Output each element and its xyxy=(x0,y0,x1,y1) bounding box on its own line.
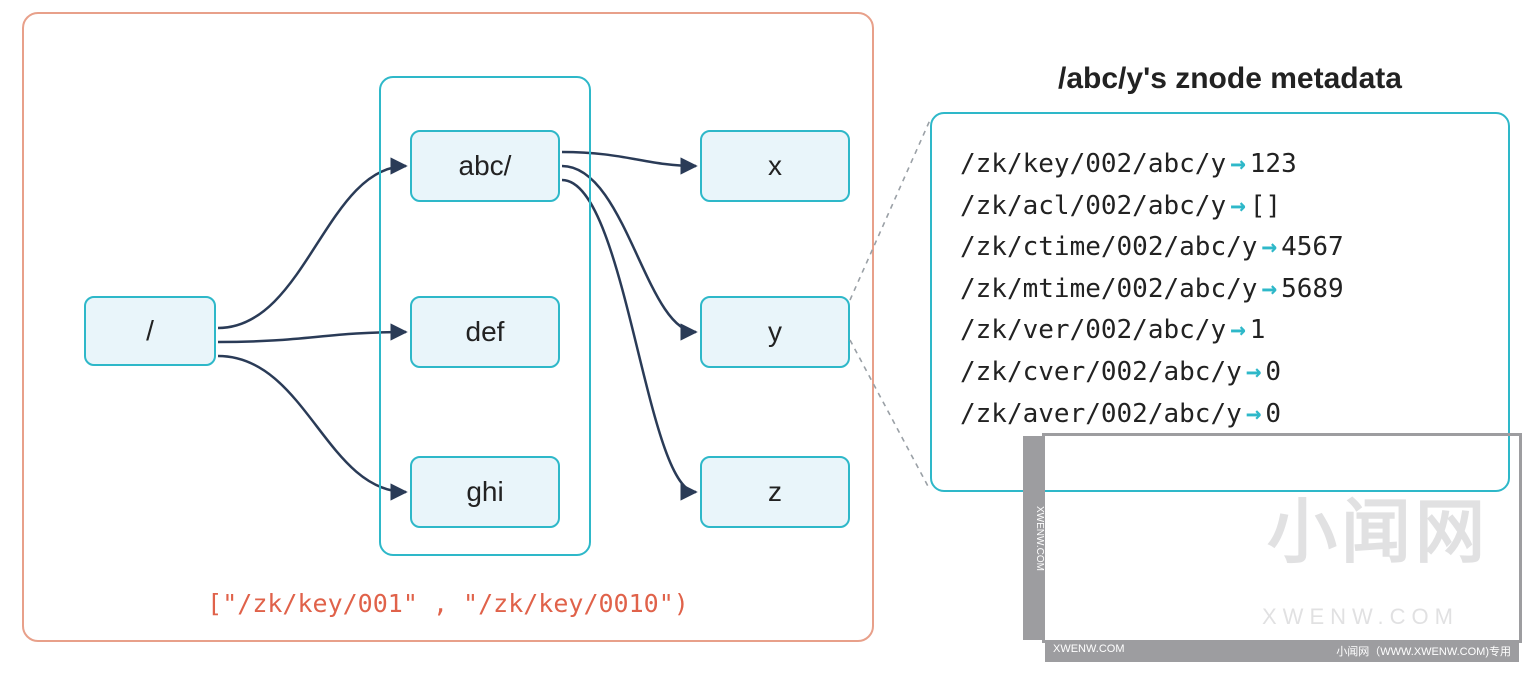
arrow-icon: → xyxy=(1230,315,1246,345)
node-y: y xyxy=(700,296,850,368)
meta-value: 123 xyxy=(1250,149,1297,179)
node-z: z xyxy=(700,456,850,528)
meta-line: /zk/key/002/abc/y→123 xyxy=(960,144,1480,186)
arrow-icon: → xyxy=(1246,399,1262,429)
watermark-overlay: XWENW.COM 小闻网 XWENW.COM XWENW.COM 小闻网（WW… xyxy=(1042,433,1522,643)
watermark-big-text: 小闻网 xyxy=(1267,476,1489,577)
watermark-bottom-bar: XWENW.COM 小闻网（WWW.XWENW.COM)专用 xyxy=(1045,640,1519,662)
meta-key: /zk/key/002/abc/y xyxy=(960,149,1226,179)
meta-value: 0 xyxy=(1265,399,1281,429)
watermark-bottom-left: XWENW.COM xyxy=(1053,643,1125,659)
meta-value: 5689 xyxy=(1281,274,1344,304)
meta-key: /zk/aver/002/abc/y xyxy=(960,399,1242,429)
meta-line: /zk/mtime/002/abc/y→5689 xyxy=(960,269,1480,311)
node-def: def xyxy=(410,296,560,368)
arrow-icon: → xyxy=(1261,232,1277,262)
meta-line: /zk/acl/002/abc/y→[] xyxy=(960,186,1480,228)
meta-value: 4567 xyxy=(1281,232,1344,262)
meta-key: /zk/cver/002/abc/y xyxy=(960,357,1242,387)
left-container: / abc/ def ghi x y z ["/zk/key/001" , "/… xyxy=(22,12,874,642)
meta-key: /zk/ver/002/abc/y xyxy=(960,315,1226,345)
meta-key: /zk/ctime/002/abc/y xyxy=(960,232,1257,262)
arrow-icon: → xyxy=(1261,274,1277,304)
meta-value: 1 xyxy=(1250,315,1266,345)
meta-value: 0 xyxy=(1265,357,1281,387)
arrow-icon: → xyxy=(1230,149,1246,179)
arrow-icon: → xyxy=(1230,191,1246,221)
watermark-sub-text: XWENW.COM xyxy=(1262,604,1459,630)
meta-line: /zk/aver/002/abc/y→0 xyxy=(960,394,1480,436)
node-ghi: ghi xyxy=(410,456,560,528)
arrow-icon: → xyxy=(1246,357,1262,387)
meta-line: /zk/ver/002/abc/y→1 xyxy=(960,310,1480,352)
root-node: / xyxy=(84,296,216,366)
watermark-side-tab: XWENW.COM xyxy=(1023,436,1045,640)
node-x: x xyxy=(700,130,850,202)
range-caption: ["/zk/key/001" , "/zk/key/0010") xyxy=(24,589,872,618)
meta-value: [] xyxy=(1250,191,1281,221)
node-abc: abc/ xyxy=(410,130,560,202)
watermark-bottom-right: 小闻网（WWW.XWENW.COM)专用 xyxy=(1336,643,1511,659)
meta-line: /zk/cver/002/abc/y→0 xyxy=(960,352,1480,394)
meta-key: /zk/acl/002/abc/y xyxy=(960,191,1226,221)
meta-line: /zk/ctime/002/abc/y→4567 xyxy=(960,227,1480,269)
metadata-title: /abc/y's znode metadata xyxy=(950,62,1510,96)
meta-key: /zk/mtime/002/abc/y xyxy=(960,274,1257,304)
